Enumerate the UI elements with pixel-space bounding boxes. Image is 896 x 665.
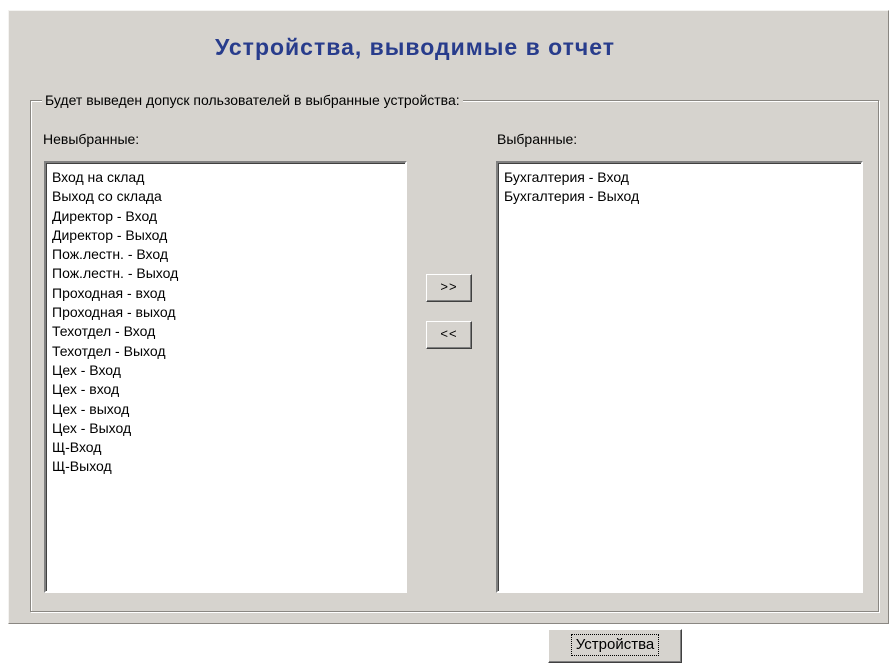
page-title: Устройства, выводимые в отчет bbox=[215, 34, 615, 60]
list-item[interactable]: Проходная - вход bbox=[52, 284, 405, 303]
list-item[interactable]: Бухгалтерия - Вход bbox=[504, 168, 861, 187]
list-item[interactable]: Выход со склада bbox=[52, 187, 405, 206]
selected-label: Выбранные: bbox=[497, 131, 578, 147]
list-item[interactable]: Техотдел - Вход bbox=[52, 322, 405, 341]
list-item[interactable]: Пож.лестн. - Выход bbox=[52, 264, 405, 283]
list-item[interactable]: Проходная - выход bbox=[52, 303, 405, 322]
list-item[interactable]: Бухгалтерия - Выход bbox=[504, 187, 861, 206]
list-item[interactable]: Директор - Вход bbox=[52, 207, 405, 226]
list-item[interactable]: Щ-Выход bbox=[52, 457, 405, 476]
list-item[interactable]: Цех - Вход bbox=[52, 361, 405, 380]
unselected-devices-listbox[interactable]: Вход на склад Выход со склада Директор - В… bbox=[44, 161, 407, 593]
remove-selected-button[interactable]: << bbox=[426, 321, 472, 349]
groupbox-label: Будет выведен допуск пользователей в выб… bbox=[42, 91, 463, 109]
list-item[interactable]: Цех - Выход bbox=[52, 419, 405, 438]
add-selected-button[interactable]: >> bbox=[426, 274, 472, 302]
list-item[interactable]: Щ-Вход bbox=[52, 438, 405, 457]
list-item[interactable]: Цех - выход bbox=[52, 400, 405, 419]
list-item[interactable]: Вход на склад bbox=[52, 168, 405, 187]
unselected-label: Невыбранные: bbox=[43, 131, 140, 147]
devices-button-label: Устройства bbox=[570, 634, 660, 656]
selected-devices-listbox[interactable]: Бухгалтерия - Вход Бухгалтерия - Выход bbox=[496, 161, 863, 593]
devices-button[interactable]: Устройства bbox=[548, 629, 682, 663]
list-item[interactable]: Техотдел - Выход bbox=[52, 342, 405, 361]
list-item[interactable]: Пож.лестн. - Вход bbox=[52, 245, 405, 264]
list-item[interactable]: Директор - Выход bbox=[52, 226, 405, 245]
list-item[interactable]: Цех - вход bbox=[52, 380, 405, 399]
